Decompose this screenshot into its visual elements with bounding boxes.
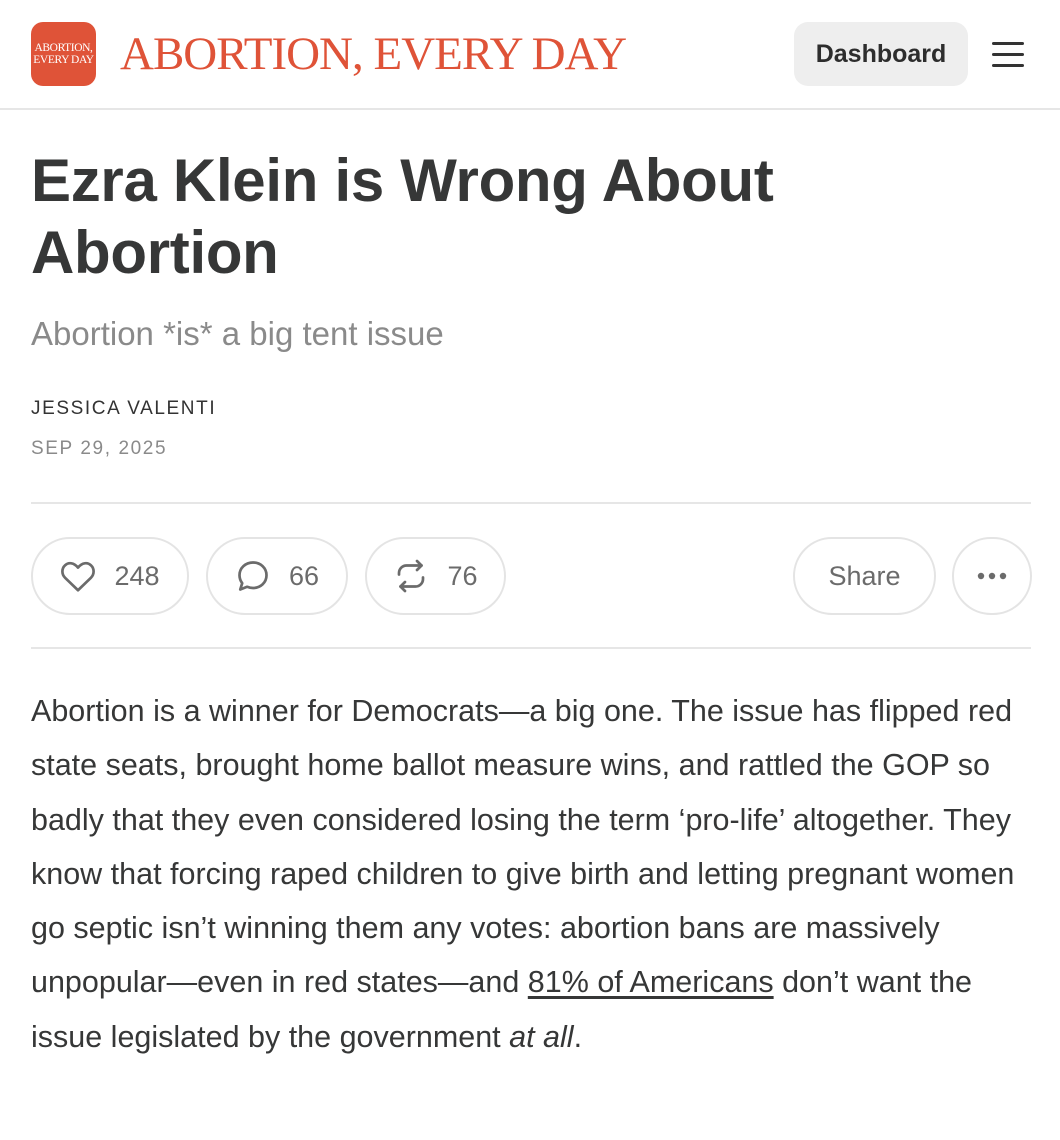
hamburger-menu-icon[interactable] [990, 40, 1026, 68]
comment-bubble-icon [235, 558, 271, 594]
paragraph-text-end: . [573, 1019, 583, 1054]
restack-icon [393, 558, 429, 594]
article-subtitle: Abortion *is* a big tent issue [31, 315, 444, 352]
publication-logo[interactable]: ABORTION, EVERY DAY [31, 22, 96, 86]
publication-title[interactable]: ABORTION, EVERY DAY [120, 27, 627, 81]
more-options-button[interactable] [952, 537, 1032, 615]
divider-bottom [31, 647, 1031, 649]
comment-button[interactable]: 66 [206, 537, 348, 615]
divider-top [31, 502, 1031, 504]
publish-date: SEP 29, 2025 [31, 438, 168, 459]
article-title: Ezra Klein is Wrong About Abortion [31, 147, 774, 286]
poll-link[interactable]: 81% of Americans [528, 965, 774, 999]
share-label: Share [828, 560, 901, 591]
paragraph-text-start: Abortion is a winner for Democrats—a big… [31, 694, 1015, 1000]
dashboard-button[interactable]: Dashboard [794, 22, 968, 86]
restack-button[interactable]: 76 [365, 537, 506, 615]
emphasized-text: at all [509, 1019, 574, 1054]
like-button[interactable]: 248 [31, 537, 189, 615]
top-bar: ABORTION, EVERY DAY ABORTION, EVERY DAY … [0, 0, 1060, 110]
author-name[interactable]: JESSICA VALENTI [31, 398, 216, 420]
more-dots-icon [975, 571, 1009, 581]
heart-icon [60, 559, 96, 593]
restack-count: 76 [447, 560, 478, 591]
logo-line-1: ABORTION, [34, 42, 93, 54]
like-count: 248 [114, 560, 160, 591]
share-button[interactable]: Share [793, 537, 936, 615]
article-paragraph: Abortion is a winner for Democrats—a big… [31, 684, 1041, 1064]
logo-line-2: EVERY DAY [33, 54, 94, 66]
comment-count: 66 [288, 560, 320, 591]
